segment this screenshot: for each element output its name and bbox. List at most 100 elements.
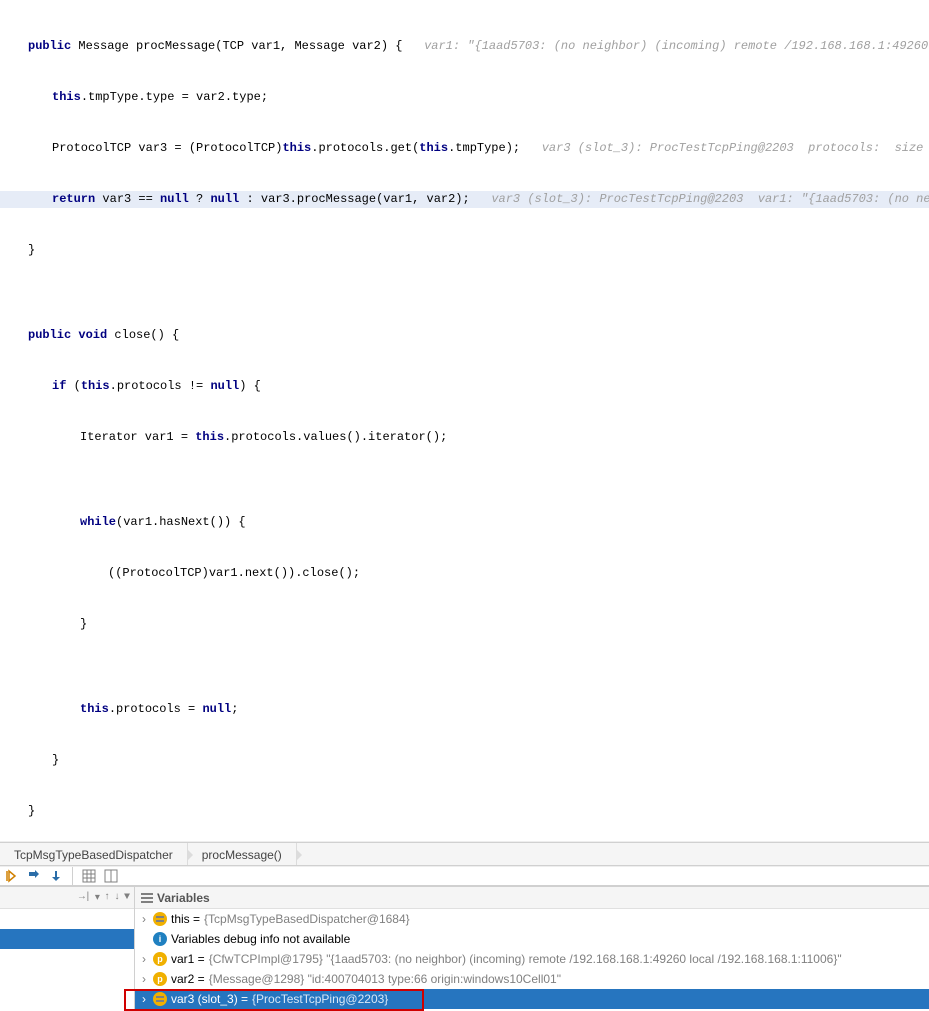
keyword: return: [52, 192, 95, 206]
keyword: null: [210, 192, 239, 206]
keyword: if: [52, 379, 66, 393]
param-icon: p: [153, 972, 167, 986]
keyword: null: [210, 379, 239, 393]
step-icon[interactable]: [26, 868, 42, 884]
code-line[interactable]: ((ProtocolTCP)var1.next()).close();: [0, 565, 929, 582]
variables-panel: Variables › this = {TcpMsgTypeBasedDispa…: [135, 887, 929, 1009]
variables-list[interactable]: › this = {TcpMsgTypeBasedDispatcher@1684…: [135, 909, 929, 1009]
code-line[interactable]: while(var1.hasNext()) {: [0, 514, 929, 531]
code-text: ;: [231, 702, 238, 716]
var-name: var2 =: [171, 972, 205, 986]
code-text: close() {: [107, 328, 179, 342]
inline-hint: var3 (slot_3): ProcTestTcpPing@2203 prot…: [542, 141, 929, 155]
code-text: var3 ==: [95, 192, 160, 206]
keyword: null: [160, 192, 189, 206]
code-line[interactable]: public void close() {: [0, 327, 929, 344]
code-text: (var1.hasNext()) {: [116, 515, 246, 529]
code-editor[interactable]: public Message procMessage(TCP var1, Mes…: [0, 0, 929, 841]
breadcrumb: TcpMsgTypeBasedDispatcher procMessage(): [0, 842, 929, 866]
var-name: var3 (slot_3) =: [171, 992, 248, 1006]
info-icon: i: [153, 932, 167, 946]
breadcrumb-class[interactable]: TcpMsgTypeBasedDispatcher: [0, 843, 188, 865]
keyword: public: [28, 39, 71, 53]
grid-icon[interactable]: [81, 868, 97, 884]
code-text: ?: [189, 192, 211, 206]
object-icon: [153, 992, 167, 1006]
step-into-icon[interactable]: [48, 868, 64, 884]
code-line[interactable]: this.tmpType.type = var2.type;: [0, 89, 929, 106]
var-var2[interactable]: › p var2 = {Message@1298} "id:400704013 …: [135, 969, 929, 989]
object-icon: [153, 912, 167, 926]
code-text: Iterator var1 =: [80, 430, 195, 444]
debug-panels: →| ▾ ↑ ↓ ▼ Variables › this = {TcpMsgTyp…: [0, 886, 929, 1009]
code-text: (: [66, 379, 80, 393]
var-value: {Message@1298} "id:400704013 type:66 ori…: [209, 972, 561, 986]
inline-hint: var1: "{1aad5703: (no neighbor) (incomin…: [424, 39, 929, 53]
thread-dropdown-icon[interactable]: ▾: [95, 892, 100, 904]
code-line[interactable]: public Message procMessage(TCP var1, Mes…: [0, 38, 929, 55]
code-line[interactable]: if (this.protocols != null) {: [0, 378, 929, 395]
expand-icon[interactable]: ›: [139, 972, 149, 986]
keyword: this: [195, 430, 224, 444]
keyword: this: [419, 141, 448, 155]
inline-hint: var3 (slot_3): ProcTestTcpPing@2203 var1…: [491, 192, 929, 206]
var-value: {ProcTestTcpPing@2203}: [252, 992, 388, 1006]
var-this[interactable]: › this = {TcpMsgTypeBasedDispatcher@1684…: [135, 909, 929, 929]
var-var1[interactable]: › p var1 = {CfwTCPImpl@1795} "{1aad5703:…: [135, 949, 929, 969]
frames-list[interactable]: [0, 909, 134, 1009]
code-line[interactable]: }: [0, 616, 929, 633]
code-text: Message procMessage(TCP var1, Message va…: [71, 39, 424, 53]
var-info: i Variables debug info not available: [135, 929, 929, 949]
code-line[interactable]: Iterator var1 = this.protocols.values().…: [0, 429, 929, 446]
var-name: this =: [171, 912, 200, 926]
debug-toolbar: [0, 867, 929, 886]
filter-icon[interactable]: ▼: [124, 892, 130, 903]
code-text: ((ProtocolTCP)var1.next()).close();: [108, 566, 360, 580]
code-text: .tmpType.type = var2.type;: [81, 90, 268, 104]
code-text: .protocols.get(: [311, 141, 419, 155]
code-text: }: [28, 243, 35, 257]
code-text: }: [52, 753, 59, 767]
code-line[interactable]: }: [0, 752, 929, 769]
frame-row-selected[interactable]: [0, 929, 134, 949]
keyword: this: [52, 90, 81, 104]
code-line[interactable]: }: [0, 242, 929, 259]
keyword: null: [202, 702, 231, 716]
frames-toolbar: →| ▾ ↑ ↓ ▼: [0, 887, 134, 909]
keyword: public void: [28, 328, 107, 342]
expand-icon[interactable]: ›: [139, 912, 149, 926]
next-frame-icon[interactable]: ↓: [114, 892, 120, 903]
var-text: Variables debug info not available: [171, 932, 350, 946]
code-text: ) {: [239, 379, 261, 393]
code-text: }: [80, 617, 87, 631]
code-line[interactable]: this.protocols = null;: [0, 701, 929, 718]
layout-icon[interactable]: [103, 868, 119, 884]
keyword: this: [81, 379, 110, 393]
breadcrumb-method[interactable]: procMessage(): [188, 843, 297, 865]
code-line[interactable]: ProtocolTCP var3 = (ProtocolTCP)this.pro…: [0, 140, 929, 157]
code-text: .protocols.values().iterator();: [224, 430, 447, 444]
var-name: var1 =: [171, 952, 205, 966]
execution-line[interactable]: return var3 == null ? null : var3.procMe…: [0, 191, 929, 208]
frames-panel: →| ▾ ↑ ↓ ▼: [0, 887, 135, 1009]
variables-header: Variables: [135, 887, 929, 909]
frame-row[interactable]: [0, 909, 134, 929]
var-value: {CfwTCPImpl@1795} "{1aad5703: (no neighb…: [209, 952, 842, 966]
code-line[interactable]: }: [0, 803, 929, 820]
rerun-icon[interactable]: [4, 868, 20, 884]
var-var3-selected[interactable]: › var3 (slot_3) = {ProcTestTcpPing@2203}: [135, 989, 929, 1009]
code-text: .protocols !=: [110, 379, 211, 393]
variables-icon: [141, 893, 153, 903]
code-text: .tmpType);: [448, 141, 542, 155]
expand-icon[interactable]: ›: [139, 952, 149, 966]
expand-icon[interactable]: ›: [139, 992, 149, 1006]
keyword: while: [80, 515, 116, 529]
code-text: }: [28, 804, 35, 818]
keyword: this: [282, 141, 311, 155]
code-text: ProtocolTCP var3 = (ProtocolTCP): [52, 141, 282, 155]
code-text: .protocols =: [109, 702, 203, 716]
param-icon: p: [153, 952, 167, 966]
prev-frame-icon[interactable]: ↑: [104, 892, 110, 903]
code-text: : var3.procMessage(var1, var2);: [239, 192, 491, 206]
collapse-icon[interactable]: →|: [79, 892, 91, 903]
